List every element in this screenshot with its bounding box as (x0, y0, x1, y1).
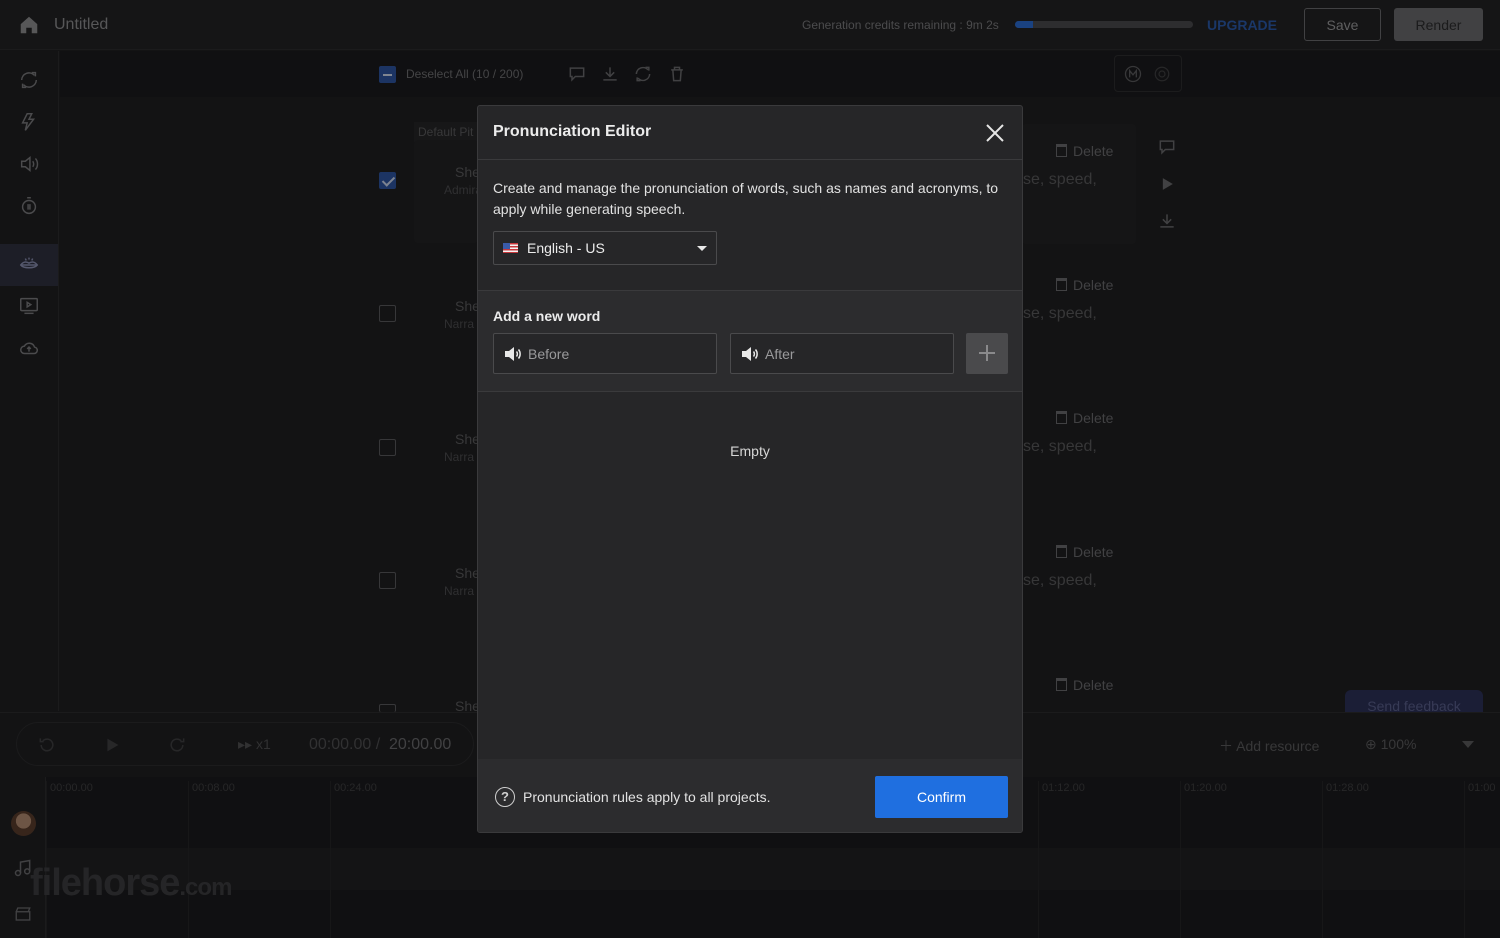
speaker-icon[interactable] (504, 347, 522, 361)
help-icon: ? (495, 787, 515, 807)
add-word-button[interactable] (966, 333, 1008, 374)
add-word-title: Add a new word (493, 308, 601, 324)
pronunciation-editor-dialog: Pronunciation Editor Create and manage t… (477, 105, 1023, 833)
confirm-button[interactable]: Confirm (875, 776, 1008, 818)
after-input[interactable] (765, 334, 945, 373)
speaker-icon[interactable] (741, 347, 759, 361)
language-selected-value: English - US (527, 240, 605, 256)
dialog-title: Pronunciation Editor (493, 123, 652, 140)
after-field[interactable] (730, 333, 954, 374)
add-word-section: Add a new word (478, 290, 1022, 392)
footer-note: Pronunciation rules apply to all project… (523, 789, 771, 805)
close-icon[interactable] (984, 122, 1006, 144)
caret-down-icon (697, 246, 707, 251)
us-flag-icon (503, 243, 518, 253)
dialog-footer: ? Pronunciation rules apply to all proje… (478, 759, 1022, 832)
empty-state: Empty (730, 443, 770, 459)
dialog-description: Create and manage the pronunciation of w… (493, 180, 999, 217)
dialog-header: Pronunciation Editor (478, 106, 1022, 160)
before-input[interactable] (528, 334, 708, 373)
language-select[interactable]: English - US (493, 231, 717, 265)
before-field[interactable] (493, 333, 717, 374)
